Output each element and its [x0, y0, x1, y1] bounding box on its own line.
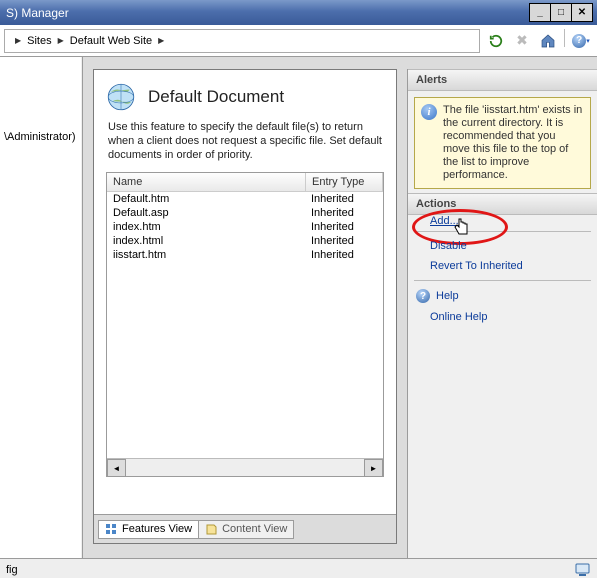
document-globe-icon [104, 80, 138, 114]
table-row[interactable]: iisstart.htm Inherited [107, 248, 383, 262]
tab-label: Features View [122, 523, 192, 535]
tree-node[interactable]: \Administrator) [0, 127, 82, 147]
alert-message: The file 'iisstart.htm' exists in the cu… [443, 104, 584, 182]
cell-type: Inherited [305, 234, 383, 248]
help-action[interactable]: ? Help [408, 285, 597, 307]
close-button[interactable]: ✕ [572, 3, 593, 22]
cell-name: index.html [107, 234, 305, 248]
scroll-right-button[interactable]: ► [364, 459, 383, 477]
info-icon: i [421, 104, 437, 120]
disable-action[interactable]: Disable [408, 236, 597, 256]
help-label: Help [436, 290, 459, 302]
chevron-right-icon: ▶ [58, 36, 64, 45]
help-button[interactable]: ?▾ [569, 29, 593, 53]
column-header-name[interactable]: Name [107, 173, 306, 191]
cell-name: Default.htm [107, 192, 305, 206]
help-icon: ? [572, 34, 586, 48]
scroll-left-button[interactable]: ◄ [107, 459, 126, 477]
stop-button: ✖ [510, 29, 534, 53]
cell-type: Inherited [305, 192, 383, 206]
stop-icon: ✖ [516, 32, 528, 49]
alerts-header: Alerts [408, 69, 597, 91]
chevron-right-icon: ▶ [15, 36, 21, 45]
content-view-icon [205, 523, 218, 536]
page-description: Use this feature to specify the default … [94, 118, 396, 172]
online-help-action[interactable]: Online Help [408, 307, 597, 327]
actions-pane: Alerts i The file 'iisstart.htm' exists … [407, 69, 597, 558]
table-header: Name Entry Type [107, 173, 383, 192]
tab-label: Content View [222, 523, 287, 535]
add-action[interactable]: Add... [408, 211, 467, 231]
minimize-button[interactable]: _ [529, 3, 551, 22]
chevron-right-icon: ▶ [158, 36, 164, 45]
breadcrumb-bar: ▶ Sites ▶ Default Web Site ▶ ✖ ?▾ [0, 25, 597, 57]
documents-table: Name Entry Type Default.htm Inherited De… [106, 172, 384, 477]
feature-panel: Default Document Use this feature to spe… [93, 69, 397, 544]
refresh-icon [489, 34, 503, 48]
horizontal-scrollbar[interactable]: ◄ ► [107, 458, 383, 476]
cell-name: Default.asp [107, 206, 305, 220]
alert-box: i The file 'iisstart.htm' exists in the … [414, 97, 591, 189]
window-titlebar: S) Manager _ □ ✕ [0, 0, 597, 25]
status-bar: fig [0, 558, 597, 578]
tab-content-view[interactable]: Content View [198, 520, 294, 539]
features-view-icon [105, 523, 118, 536]
cell-type: Inherited [305, 206, 383, 220]
table-row[interactable]: Default.htm Inherited [107, 192, 383, 206]
refresh-button[interactable] [484, 29, 508, 53]
status-icon [575, 562, 591, 578]
breadcrumb-item[interactable]: Default Web Site [70, 35, 152, 47]
table-row[interactable]: index.html Inherited [107, 234, 383, 248]
cell-name: iisstart.htm [107, 248, 305, 262]
cell-name: index.htm [107, 220, 305, 234]
column-header-entry-type[interactable]: Entry Type [306, 173, 383, 191]
page-title: Default Document [148, 87, 284, 107]
home-button[interactable] [536, 29, 560, 53]
table-row[interactable]: index.htm Inherited [107, 220, 383, 234]
breadcrumb[interactable]: ▶ Sites ▶ Default Web Site ▶ [4, 29, 480, 53]
cell-type: Inherited [305, 220, 383, 234]
revert-action[interactable]: Revert To Inherited [408, 256, 597, 276]
breadcrumb-item[interactable]: Sites [27, 35, 51, 47]
table-row[interactable]: Default.asp Inherited [107, 206, 383, 220]
maximize-button[interactable]: □ [551, 3, 572, 22]
cell-type: Inherited [305, 248, 383, 262]
status-text: fig [6, 564, 18, 576]
home-icon [540, 33, 556, 49]
window-title: S) Manager [6, 6, 529, 20]
connections-tree[interactable]: \Administrator) [0, 57, 83, 558]
tab-features-view[interactable]: Features View [98, 520, 199, 539]
help-icon: ? [416, 289, 430, 303]
